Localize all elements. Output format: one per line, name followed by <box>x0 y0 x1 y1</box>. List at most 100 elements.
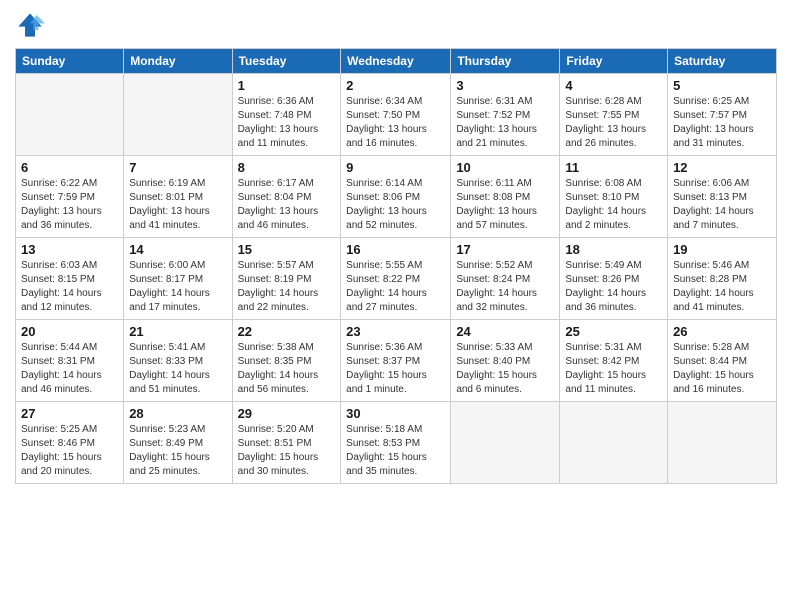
col-header-thursday: Thursday <box>451 49 560 74</box>
page: SundayMondayTuesdayWednesdayThursdayFrid… <box>0 0 792 612</box>
day-number: 19 <box>673 242 771 257</box>
day-info: Sunrise: 5:20 AMSunset: 8:51 PMDaylight:… <box>238 423 336 479</box>
day-info: Sunrise: 6:08 AMSunset: 8:10 PMDaylight:… <box>565 177 662 233</box>
day-info: Sunrise: 5:18 AMSunset: 8:53 PMDaylight:… <box>346 423 445 479</box>
calendar-table: SundayMondayTuesdayWednesdayThursdayFrid… <box>15 48 777 484</box>
col-header-sunday: Sunday <box>16 49 124 74</box>
day-info: Sunrise: 6:11 AMSunset: 8:08 PMDaylight:… <box>456 177 554 233</box>
calendar-cell: 13 Sunrise: 6:03 AMSunset: 8:15 PMDayligh… <box>16 238 124 320</box>
calendar-cell: 15 Sunrise: 5:57 AMSunset: 8:19 PMDayligh… <box>232 238 341 320</box>
calendar-cell: 12 Sunrise: 6:06 AMSunset: 8:13 PMDayligh… <box>668 156 777 238</box>
day-info: Sunrise: 5:23 AMSunset: 8:49 PMDaylight:… <box>129 423 226 479</box>
calendar-cell: 17 Sunrise: 5:52 AMSunset: 8:24 PMDayligh… <box>451 238 560 320</box>
day-number: 12 <box>673 160 771 175</box>
calendar-week-row: 1 Sunrise: 6:36 AMSunset: 7:48 PMDaylight… <box>16 74 777 156</box>
day-number: 28 <box>129 406 226 421</box>
day-number: 11 <box>565 160 662 175</box>
calendar-week-row: 13 Sunrise: 6:03 AMSunset: 8:15 PMDayligh… <box>16 238 777 320</box>
day-number: 23 <box>346 324 445 339</box>
day-number: 9 <box>346 160 445 175</box>
calendar-week-row: 27 Sunrise: 5:25 AMSunset: 8:46 PMDayligh… <box>16 402 777 484</box>
logo <box>15 10 49 40</box>
day-number: 3 <box>456 78 554 93</box>
calendar-cell: 1 Sunrise: 6:36 AMSunset: 7:48 PMDaylight… <box>232 74 341 156</box>
day-info: Sunrise: 5:31 AMSunset: 8:42 PMDaylight:… <box>565 341 662 397</box>
day-number: 18 <box>565 242 662 257</box>
day-number: 1 <box>238 78 336 93</box>
day-info: Sunrise: 6:03 AMSunset: 8:15 PMDaylight:… <box>21 259 118 315</box>
day-info: Sunrise: 6:06 AMSunset: 8:13 PMDaylight:… <box>673 177 771 233</box>
day-info: Sunrise: 5:46 AMSunset: 8:28 PMDaylight:… <box>673 259 771 315</box>
col-header-friday: Friday <box>560 49 668 74</box>
calendar-cell <box>451 402 560 484</box>
calendar-cell: 29 Sunrise: 5:20 AMSunset: 8:51 PMDayligh… <box>232 402 341 484</box>
calendar-cell: 19 Sunrise: 5:46 AMSunset: 8:28 PMDayligh… <box>668 238 777 320</box>
col-header-tuesday: Tuesday <box>232 49 341 74</box>
day-info: Sunrise: 6:22 AMSunset: 7:59 PMDaylight:… <box>21 177 118 233</box>
day-number: 6 <box>21 160 118 175</box>
day-number: 20 <box>21 324 118 339</box>
day-number: 21 <box>129 324 226 339</box>
day-info: Sunrise: 5:25 AMSunset: 8:46 PMDaylight:… <box>21 423 118 479</box>
calendar-cell: 4Sunrise: 6:28 AMSunset: 7:55 PMDaylight… <box>560 74 668 156</box>
calendar-cell: 28 Sunrise: 5:23 AMSunset: 8:49 PMDayligh… <box>124 402 232 484</box>
day-info: Sunrise: 5:38 AMSunset: 8:35 PMDaylight:… <box>238 341 336 397</box>
day-info: Sunrise: 5:52 AMSunset: 8:24 PMDaylight:… <box>456 259 554 315</box>
day-info: Sunrise: 6:19 AMSunset: 8:01 PMDaylight:… <box>129 177 226 233</box>
day-number: 25 <box>565 324 662 339</box>
day-info: Sunrise: 6:00 AMSunset: 8:17 PMDaylight:… <box>129 259 226 315</box>
day-info: Sunrise: 6:17 AMSunset: 8:04 PMDaylight:… <box>238 177 336 233</box>
calendar-cell: 27 Sunrise: 5:25 AMSunset: 8:46 PMDayligh… <box>16 402 124 484</box>
col-header-saturday: Saturday <box>668 49 777 74</box>
day-number: 27 <box>21 406 118 421</box>
calendar-cell: 7Sunrise: 6:19 AMSunset: 8:01 PMDaylight… <box>124 156 232 238</box>
calendar-cell: 25 Sunrise: 5:31 AMSunset: 8:42 PMDayligh… <box>560 320 668 402</box>
calendar-cell: 20 Sunrise: 5:44 AMSunset: 8:31 PMDayligh… <box>16 320 124 402</box>
day-number: 2 <box>346 78 445 93</box>
day-info: Sunrise: 5:28 AMSunset: 8:44 PMDaylight:… <box>673 341 771 397</box>
calendar-cell: 3 Sunrise: 6:31 AMSunset: 7:52 PMDaylight… <box>451 74 560 156</box>
calendar-cell: 30 Sunrise: 5:18 AMSunset: 8:53 PMDayligh… <box>341 402 451 484</box>
day-number: 17 <box>456 242 554 257</box>
day-number: 22 <box>238 324 336 339</box>
day-number: 10 <box>456 160 554 175</box>
day-info: Sunrise: 5:57 AMSunset: 8:19 PMDaylight:… <box>238 259 336 315</box>
day-info: Sunrise: 5:55 AMSunset: 8:22 PMDaylight:… <box>346 259 445 315</box>
day-info: Sunrise: 6:25 AMSunset: 7:57 PMDaylight:… <box>673 95 771 151</box>
day-number: 29 <box>238 406 336 421</box>
day-info: Sunrise: 5:49 AMSunset: 8:26 PMDaylight:… <box>565 259 662 315</box>
calendar-cell <box>16 74 124 156</box>
day-number: 16 <box>346 242 445 257</box>
day-number: 30 <box>346 406 445 421</box>
day-number: 15 <box>238 242 336 257</box>
day-info: Sunrise: 6:36 AMSunset: 7:48 PMDaylight:… <box>238 95 336 151</box>
day-info: Sunrise: 6:31 AMSunset: 7:52 PMDaylight:… <box>456 95 554 151</box>
calendar-cell: 14Sunrise: 6:00 AMSunset: 8:17 PMDayligh… <box>124 238 232 320</box>
day-info: Sunrise: 5:41 AMSunset: 8:33 PMDaylight:… <box>129 341 226 397</box>
calendar-cell <box>668 402 777 484</box>
calendar-cell: 9Sunrise: 6:14 AMSunset: 8:06 PMDaylight… <box>341 156 451 238</box>
calendar-cell: 2 Sunrise: 6:34 AMSunset: 7:50 PMDaylight… <box>341 74 451 156</box>
col-header-wednesday: Wednesday <box>341 49 451 74</box>
day-info: Sunrise: 5:44 AMSunset: 8:31 PMDaylight:… <box>21 341 118 397</box>
calendar-cell: 22 Sunrise: 5:38 AMSunset: 8:35 PMDayligh… <box>232 320 341 402</box>
day-number: 13 <box>21 242 118 257</box>
day-info: Sunrise: 6:34 AMSunset: 7:50 PMDaylight:… <box>346 95 445 151</box>
day-number: 24 <box>456 324 554 339</box>
day-info: Sunrise: 5:33 AMSunset: 8:40 PMDaylight:… <box>456 341 554 397</box>
calendar-cell: 6 Sunrise: 6:22 AMSunset: 7:59 PMDaylight… <box>16 156 124 238</box>
calendar-cell <box>560 402 668 484</box>
calendar-cell: 24 Sunrise: 5:33 AMSunset: 8:40 PMDayligh… <box>451 320 560 402</box>
calendar-cell: 23 Sunrise: 5:36 AMSunset: 8:37 PMDayligh… <box>341 320 451 402</box>
calendar-cell: 10 Sunrise: 6:11 AMSunset: 8:08 PMDayligh… <box>451 156 560 238</box>
calendar-cell <box>124 74 232 156</box>
day-info: Sunrise: 6:28 AMSunset: 7:55 PMDaylight:… <box>565 95 662 151</box>
calendar-cell: 21 Sunrise: 5:41 AMSunset: 8:33 PMDayligh… <box>124 320 232 402</box>
calendar-cell: 18 Sunrise: 5:49 AMSunset: 8:26 PMDayligh… <box>560 238 668 320</box>
calendar-header-row: SundayMondayTuesdayWednesdayThursdayFrid… <box>16 49 777 74</box>
calendar-cell: 16 Sunrise: 5:55 AMSunset: 8:22 PMDayligh… <box>341 238 451 320</box>
calendar-cell: 26Sunrise: 5:28 AMSunset: 8:44 PMDayligh… <box>668 320 777 402</box>
calendar-week-row: 6 Sunrise: 6:22 AMSunset: 7:59 PMDaylight… <box>16 156 777 238</box>
calendar-cell: 5Sunrise: 6:25 AMSunset: 7:57 PMDaylight… <box>668 74 777 156</box>
day-info: Sunrise: 5:36 AMSunset: 8:37 PMDaylight:… <box>346 341 445 397</box>
